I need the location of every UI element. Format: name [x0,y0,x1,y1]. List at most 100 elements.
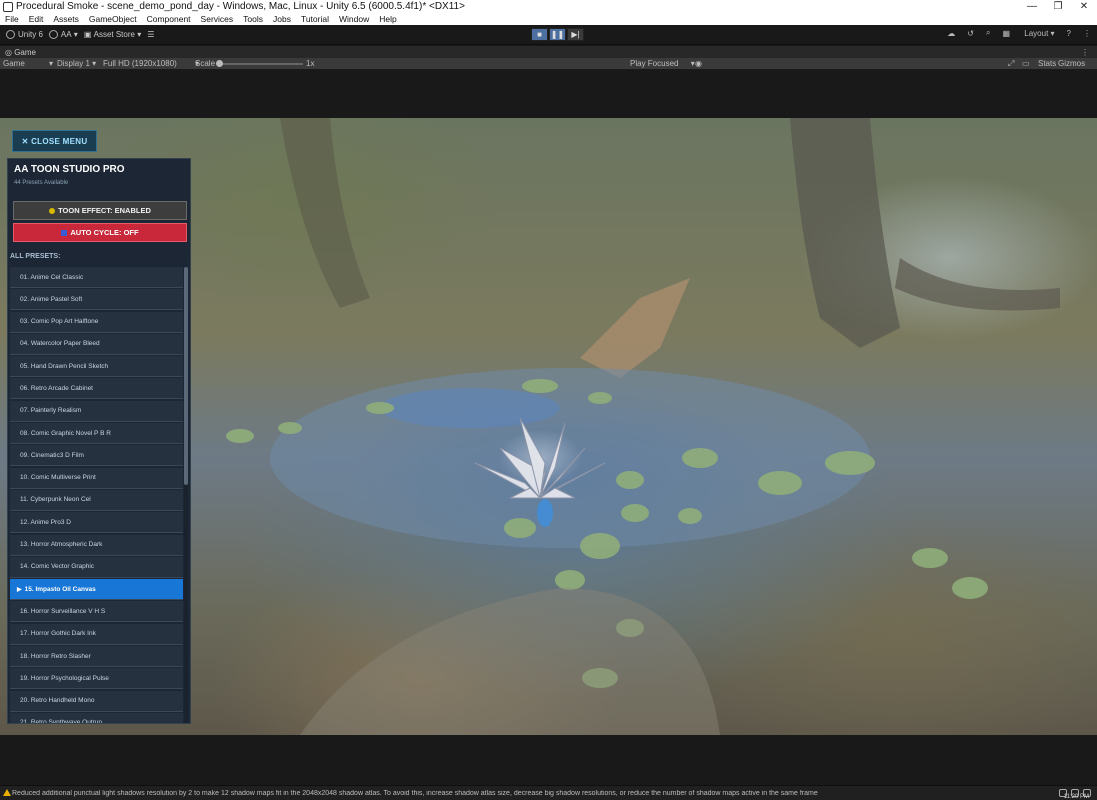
gamepad-icon: ◎ [5,47,15,57]
display-stats-icon[interactable]: ▭ [1022,59,1030,68]
preset-list-scroll-thumb[interactable] [184,267,188,485]
pause-icon: ❚❚ [550,30,565,39]
preset-item-label: 05. Hand Drawn Pencil Sketch [20,362,109,370]
minimize-icon[interactable]: — [1019,1,1045,12]
preset-list: 01. Anime Cel Classic 02. Anime Pastel So… [10,267,183,723]
unity-app-icon [3,1,13,12]
scale-value: 1x [306,59,315,68]
preset-item[interactable]: 08. Comic Graphic Novel P B R [10,423,183,445]
packages-button[interactable]: ☰ [147,30,154,39]
preset-item-label: 06. Retro Arcade Cabinet [20,384,93,392]
chevron-down-icon: ▾ [134,30,142,39]
close-menu-button[interactable]: ✕ CLOSE MENU [12,130,97,152]
close-window-icon[interactable]: ✕ [1071,1,1097,12]
menu-services[interactable]: Services [196,14,239,24]
all-presets-heading: ALL PRESETS: [10,253,61,260]
restore-icon[interactable]: ❐ [1045,1,1071,12]
menu-file[interactable]: File [0,14,24,24]
scale-label: Scale [195,59,216,68]
preset-item[interactable]: 04. Watercolor Paper Bleed [10,333,183,355]
preset-item[interactable]: 20. Retro Handheld Mono [10,690,183,712]
window-title: Procedural Smoke - scene_demo_pond_day -… [16,1,465,12]
auto-cycle-label: AUTO CYCLE: OFF [70,228,139,237]
stats-button[interactable]: Stats [1038,59,1056,68]
menu-assets[interactable]: Assets [48,14,84,24]
cloud-icon[interactable]: ☁ [947,29,955,38]
tab-game[interactable]: ◎ Game [0,48,36,57]
menu-help[interactable]: Help [374,14,401,24]
preset-item[interactable]: 07. Painterly Realism [10,400,183,422]
tab-game-label: Game [14,47,36,57]
resolution-dropdown[interactable]: Full HD (1920x1080) ▾ [103,59,199,68]
toolbar-right: ☁ ↺ ⌕ ▦ Layout ▾ ? ⋮ [935,28,1091,38]
preset-item-label: 01. Anime Cel Classic [20,273,84,281]
selected-arrow-icon: ▶ [17,586,22,593]
window-title-bar: Procedural Smoke - scene_demo_pond_day -… [0,0,1097,13]
star-icon [49,207,56,214]
status-message[interactable]: Reduced additional punctual light shadow… [0,790,940,797]
preset-item-label: 02. Anime Pastel Soft [20,295,83,303]
account-dropdown[interactable]: AA ▾ [48,30,78,39]
menu-tutorial[interactable]: Tutorial [296,14,334,24]
menu-edit[interactable]: Edit [24,14,49,24]
preset-item-label: 14. Comic Vector Graphic [20,563,95,571]
menu-tools[interactable]: Tools [238,14,268,24]
game-tab-strip: ◎ Game ⋮ [0,46,1097,58]
help-icon[interactable]: ? [1067,29,1071,38]
preset-item[interactable]: 12. Anime Pro3 D [10,512,183,534]
preset-item-label: 16. Horror Surveillance V H S [20,607,106,615]
scale-slider-knob[interactable] [216,60,223,67]
toon-effect-toggle-button[interactable]: TOON EFFECT: ENABLED [13,201,187,220]
resolution-label: Full HD (1920x1080) [103,59,177,68]
clock-time: 11:20 PM [1063,794,1089,800]
preset-item[interactable]: 21. Retro Synthwave Outrun [10,712,183,723]
menu-gameobject[interactable]: GameObject [84,14,142,24]
bag-icon: ▣ [83,30,94,39]
stop-button[interactable]: ■ [531,28,548,41]
history-icon[interactable]: ↺ [967,29,974,38]
tab-menu-icon[interactable]: ⋮ [1081,48,1089,57]
preset-item[interactable]: 19. Horror Psychological Pulse [10,668,183,690]
preset-item[interactable]: 01. Anime Cel Classic [10,267,183,288]
layout-dropdown[interactable]: ▦ Layout ▾ [1002,29,1054,38]
preset-item[interactable]: 14. Comic Vector Graphic [10,556,183,578]
pause-button[interactable]: ❚❚ [549,28,566,41]
asset-store-label: Asset Store [93,30,135,39]
preset-item[interactable]: 17. Horror Gothic Dark Ink [10,623,183,645]
preset-item[interactable]: 02. Anime Pastel Soft [10,289,183,311]
preset-item[interactable]: 03. Comic Pop Art Halftone [10,311,183,333]
display-dropdown[interactable]: Display 1 ▾ [57,59,96,68]
play-mode-dropdown[interactable]: Play Focused ▾ [630,59,695,68]
preset-item[interactable]: 16. Horror Surveillance V H S [10,601,183,623]
step-icon: ▶| [571,30,580,39]
scale-slider-track[interactable] [218,63,303,65]
preset-item-label: 20. Retro Handheld Mono [20,697,95,705]
presets-count: 44 Presets Available [14,180,69,186]
preset-item[interactable]: 10. Comic Multiverse Print [10,467,183,489]
view-dropdown[interactable]: Game ▾ [3,59,53,68]
user-icon [48,30,58,39]
panel-title: AA TOON STUDIO PRO [14,164,125,175]
aspect-icon[interactable]: ⤢ [1008,59,1014,69]
step-button[interactable]: ▶| [567,28,584,41]
preset-item[interactable]: 06. Retro Arcade Cabinet [10,378,183,400]
menu-window[interactable]: Window [334,14,374,24]
menu-component[interactable]: Component [142,14,196,24]
auto-cycle-toggle-button[interactable]: AUTO CYCLE: OFF [13,223,187,242]
preset-item[interactable]: ▶ 15. Impasto Oil Canvas [10,579,183,601]
preset-item-label: 04. Watercolor Paper Bleed [20,340,100,348]
preset-item[interactable]: 18. Horror Retro Slasher [10,646,183,668]
mute-icon[interactable]: ◉ [695,59,702,68]
unity-account-button[interactable]: Unity 6 [6,30,43,39]
preset-item[interactable]: 09. Cinematic3 D Film [10,445,183,467]
menu-jobs[interactable]: Jobs [268,14,296,24]
gizmos-button[interactable]: Gizmos [1058,59,1085,68]
preset-item[interactable]: 05. Hand Drawn Pencil Sketch [10,356,183,378]
more-icon[interactable]: ⋮ [1083,29,1091,38]
asset-store-dropdown[interactable]: ▣ Asset Store ▾ [84,30,141,39]
preset-item[interactable]: 11. Cyberpunk Neon Cel [10,489,183,511]
list-icon: ☰ [147,30,155,39]
preset-item[interactable]: 13. Horror Atmospheric Dark [10,534,183,556]
preset-item-label: 09. Cinematic3 D Film [20,451,84,459]
search-icon[interactable]: ⌕ [986,28,990,38]
